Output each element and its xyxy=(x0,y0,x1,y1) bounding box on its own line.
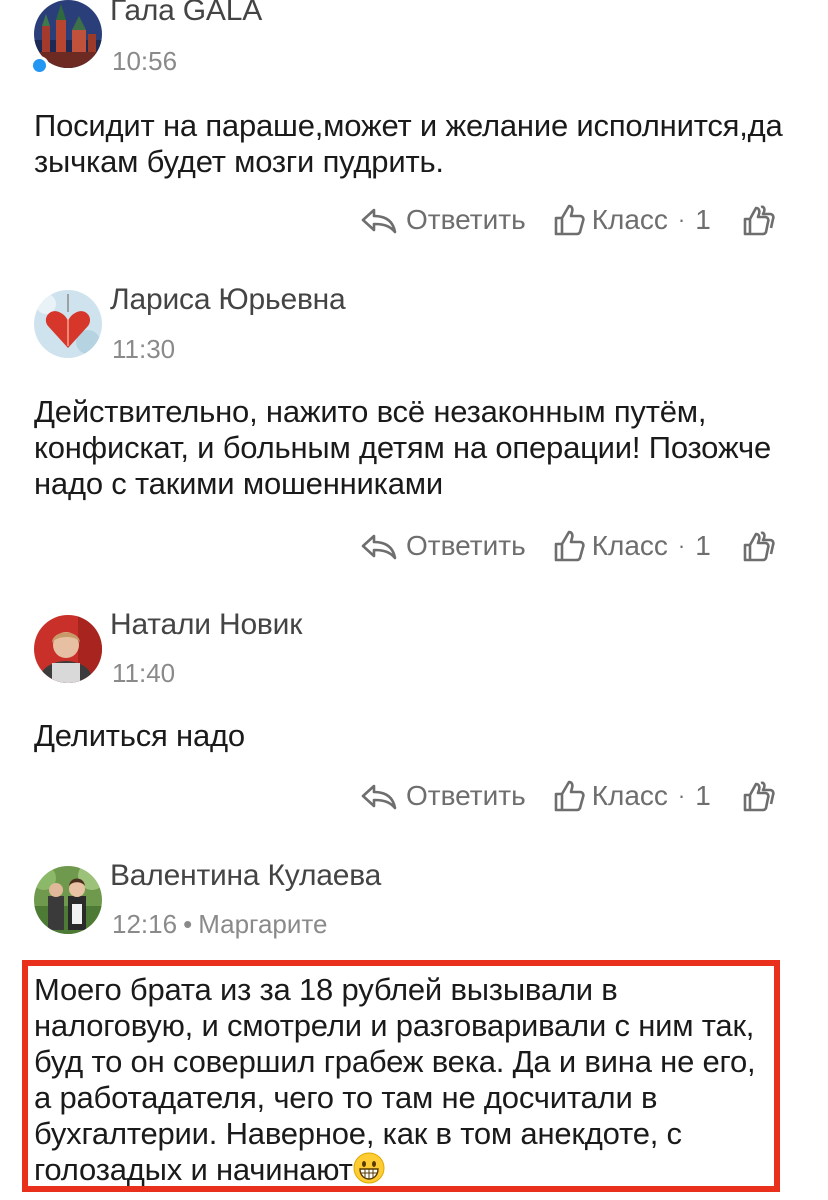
thumbs-up-icon xyxy=(554,530,585,562)
like-label: Класс xyxy=(591,530,668,561)
comment-text: Посидит на параше,может и желание исполн… xyxy=(34,108,783,179)
like-label: Класс xyxy=(591,204,668,235)
avatar-heart-image xyxy=(34,290,102,358)
comment-time: 12:16 xyxy=(112,909,178,939)
like-count[interactable]: 1 xyxy=(695,780,711,812)
reply-arrow-icon xyxy=(361,784,397,810)
comment-meta: 10:56 xyxy=(112,46,177,77)
double-thumbs-up-icon[interactable] xyxy=(741,529,777,563)
avatar[interactable] xyxy=(34,866,102,934)
comment-text: Делиться надо xyxy=(34,718,245,753)
reply-button[interactable]: Ответить xyxy=(360,204,526,236)
comment-actions: Ответить Класс · 1 xyxy=(360,200,777,240)
comment-text: Действительно, нажито всё незаконным пут… xyxy=(34,394,772,501)
thumbs-up-icon xyxy=(554,780,585,812)
like-count[interactable]: 1 xyxy=(695,204,711,236)
reply-arrow-icon xyxy=(361,534,397,560)
author-name[interactable]: Валентина Кулаева xyxy=(110,859,381,893)
like-separator: · xyxy=(677,783,686,808)
reply-label: Ответить xyxy=(406,204,526,235)
thumbs-up-icon xyxy=(554,204,585,236)
online-status-dot xyxy=(30,56,49,75)
author-name[interactable]: Лариса Юрьевна xyxy=(110,283,346,317)
like-separator: · xyxy=(677,207,686,232)
avatar[interactable] xyxy=(34,290,102,358)
avatar[interactable] xyxy=(34,615,102,683)
double-thumbs-up-icon[interactable] xyxy=(741,779,777,813)
comment-meta: 11:30 xyxy=(112,334,175,365)
comment-actions: Ответить Класс · 1 xyxy=(360,776,777,816)
comment-meta: 12:16 • Маргарите xyxy=(112,909,328,940)
comment-meta: 11:40 xyxy=(112,658,175,689)
reply-button[interactable]: Ответить xyxy=(360,780,526,812)
like-count[interactable]: 1 xyxy=(695,530,711,562)
reply-label: Ответить xyxy=(406,780,526,811)
reply-label: Ответить xyxy=(406,530,526,561)
like-button[interactable]: Класс xyxy=(552,529,668,563)
reply-to-name[interactable]: Маргарите xyxy=(198,909,327,939)
comment-time: 11:30 xyxy=(112,334,176,364)
author-name[interactable]: Гала GALA xyxy=(110,0,262,28)
author-name[interactable]: Натали Новик xyxy=(110,608,302,642)
avatar-photo-image xyxy=(34,866,102,934)
like-button[interactable]: Класс xyxy=(552,203,668,237)
comment-actions: Ответить Класс · 1 xyxy=(360,526,777,566)
highlight-frame xyxy=(22,960,780,1192)
like-button[interactable]: Класс xyxy=(552,779,668,813)
like-separator: · xyxy=(677,533,686,558)
comment-time: 11:40 xyxy=(112,658,176,688)
avatar-photo-image xyxy=(34,615,102,683)
like-label: Класс xyxy=(591,780,668,811)
double-thumbs-up-icon[interactable] xyxy=(741,203,777,237)
reply-button[interactable]: Ответить xyxy=(360,530,526,562)
reply-arrow-icon xyxy=(361,208,397,234)
meta-separator: • xyxy=(183,909,193,939)
comment-time: 10:56 xyxy=(112,46,178,76)
